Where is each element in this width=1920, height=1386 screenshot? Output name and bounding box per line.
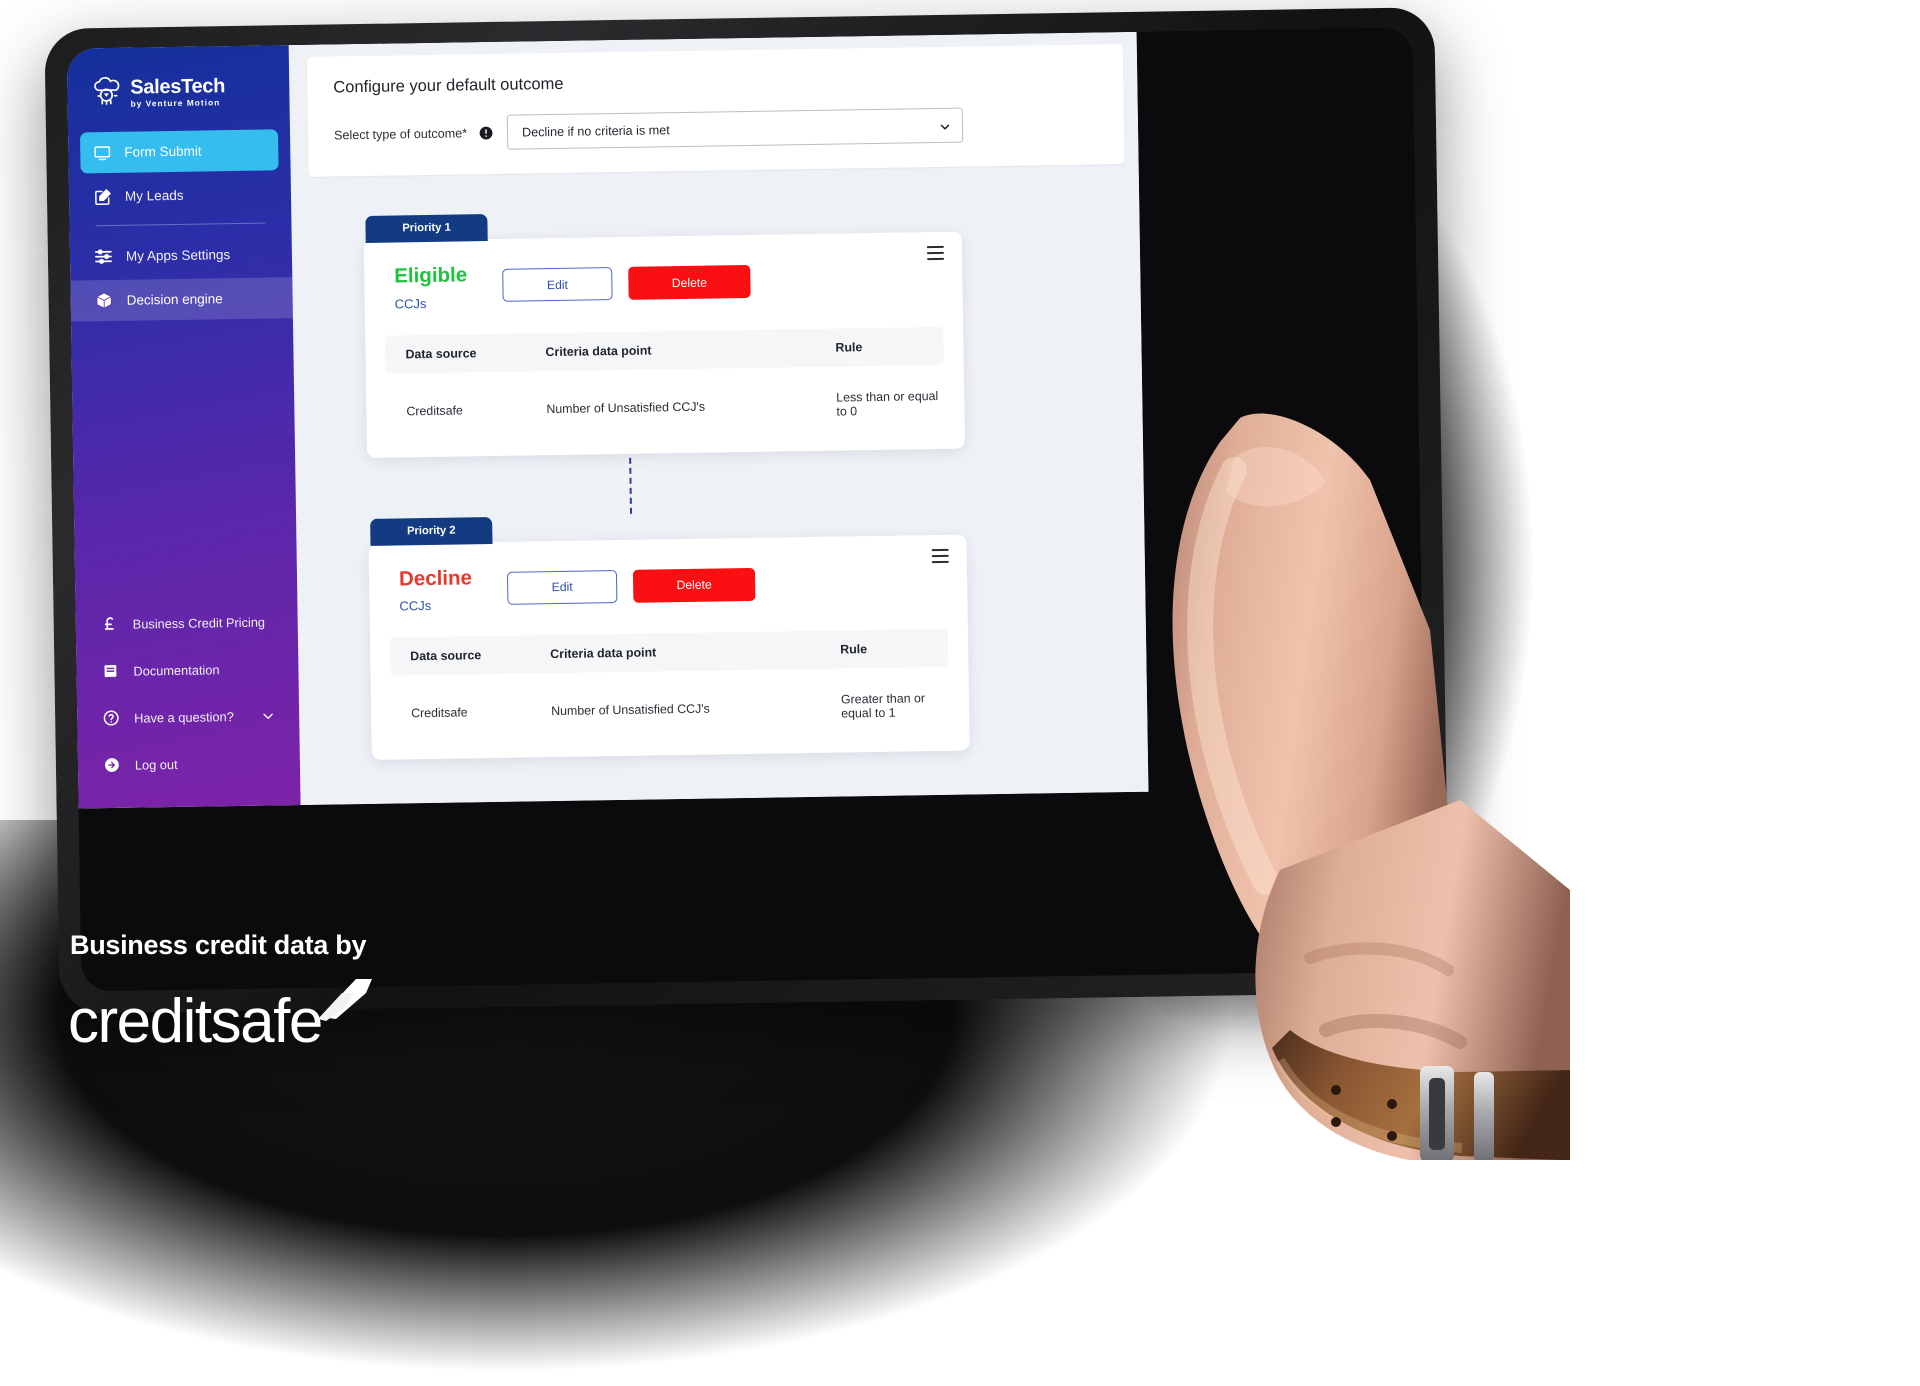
outcome-type-select-value: Decline if no criteria is met xyxy=(521,122,670,139)
outcome-block: Decline CCJs xyxy=(399,566,492,614)
sidebar-item-have-a-question[interactable]: Have a question? xyxy=(89,693,288,740)
info-icon[interactable] xyxy=(479,125,493,139)
outcome-name: Decline xyxy=(398,565,473,590)
column-header-data-source: Data source xyxy=(389,635,551,676)
outcome-form-row: Select type of outcome* Decline if no cr… xyxy=(334,105,1098,152)
rules-table: Data source Criteria data point Rule Cre… xyxy=(389,628,950,734)
delete-button[interactable]: Delete xyxy=(628,264,751,300)
column-header-rule: Rule xyxy=(835,326,944,367)
brand-text: SalesTech by Venture Motion xyxy=(130,74,226,109)
brand-name: SalesTech xyxy=(130,74,226,99)
book-icon xyxy=(100,661,119,680)
branding-tagline: Business credit data by xyxy=(70,930,367,960)
question-circle-icon xyxy=(101,708,120,727)
pound-sterling-icon xyxy=(100,614,119,633)
outcome-type-select[interactable]: Decline if no criteria is met xyxy=(506,107,964,150)
rule-group: Priority 2 Decline CCJs Edit Delete Data… xyxy=(368,509,970,760)
sheep-cloud-icon xyxy=(89,76,124,111)
rule-card: Eligible CCJs Edit Delete Data source Cr… xyxy=(363,231,966,458)
sidebar-item-business-credit-pricing[interactable]: Business Credit Pricing xyxy=(87,599,286,646)
sidebar-item-label: Business Credit Pricing xyxy=(132,614,266,632)
sidebar-item-my-apps-settings[interactable]: My Apps Settings xyxy=(82,233,281,277)
delete-button[interactable]: Delete xyxy=(632,567,756,603)
page-title: Configure your default outcome xyxy=(333,74,564,97)
sidebar-item-label: Log out xyxy=(134,756,178,773)
brand-logo-block: SalesTech by Venture Motion xyxy=(67,61,290,126)
priority-tab: Priority 2 xyxy=(370,516,493,546)
creditsafe-logo: creditsafe xyxy=(68,977,628,1057)
creditsafe-branding: Business credit data by creditsafe xyxy=(68,930,628,1057)
app-screen: SalesTech by Venture Motion Form Submit xyxy=(66,31,1149,809)
hamburger-menu-icon[interactable] xyxy=(926,245,945,261)
main-content: Configure your default outcome Select ty… xyxy=(288,31,1149,806)
priority-tab: Priority 1 xyxy=(365,214,488,243)
sidebar: SalesTech by Venture Motion Form Submit xyxy=(66,45,301,809)
cell-data-source: Creditsafe xyxy=(406,402,463,418)
cell-rule: Greater than or equal to 1 xyxy=(840,691,926,721)
sidebar-item-my-leads[interactable]: My Leads xyxy=(81,173,280,217)
cell-criteria: Number of Unsatisfied CCJ's xyxy=(551,701,710,719)
sidebar-item-log-out[interactable]: Log out xyxy=(90,740,289,787)
rule-group: Priority 1 Eligible CCJs Edit Delete Dat… xyxy=(363,207,966,458)
creditsafe-wordmark: creditsafe xyxy=(68,987,323,1057)
outcome-block: Eligible CCJs xyxy=(394,263,487,311)
sliders-icon xyxy=(94,247,113,266)
rule-card-header: Eligible CCJs Edit Delete xyxy=(384,250,943,311)
sidebar-item-decision-engine[interactable]: Decision engine xyxy=(70,277,293,322)
table-row: Creditsafe Number of Unsatisfied CCJ's G… xyxy=(391,667,950,734)
monitor-icon xyxy=(92,143,111,162)
outcome-subtitle: CCJs xyxy=(394,295,427,312)
sidebar-item-form-submit[interactable]: Form Submit xyxy=(79,129,279,174)
column-header-criteria: Criteria data point xyxy=(545,328,836,371)
chevron-down-icon[interactable] xyxy=(261,708,275,722)
flow-connector-line xyxy=(629,447,633,514)
logout-arrow-icon xyxy=(102,755,121,774)
cell-rule: Less than or equal to 0 xyxy=(836,388,939,419)
rule-card: Decline CCJs Edit Delete Data source Cri… xyxy=(368,534,970,760)
chevron-down-icon xyxy=(939,119,951,131)
sidebar-item-label: Form Submit xyxy=(124,143,202,160)
sidebar-nav-secondary: Business Credit Pricing Documentation Ha… xyxy=(75,599,300,808)
table-row: Creditsafe Number of Unsatisfied CCJ's L… xyxy=(386,364,945,431)
rules-table: Data source Criteria data point Rule Cre… xyxy=(385,326,944,431)
edit-button[interactable]: Edit xyxy=(502,267,613,302)
hamburger-menu-icon[interactable] xyxy=(931,548,949,563)
rule-card-header: Decline CCJs Edit Delete xyxy=(389,552,948,613)
outcome-field-label: Select type of outcome* xyxy=(333,125,468,142)
screenshot-root: SalesTech by Venture Motion Form Submit xyxy=(0,0,1920,1386)
outcome-name: Eligible xyxy=(394,263,468,288)
default-outcome-panel: Configure your default outcome Select ty… xyxy=(306,44,1125,177)
outcome-subtitle: CCJs xyxy=(399,597,432,614)
sidebar-item-documentation[interactable]: Documentation xyxy=(88,646,287,693)
sidebar-item-label: Decision engine xyxy=(126,291,223,308)
sidebar-nav-primary: Form Submit My Leads My Apps Settings De… xyxy=(68,123,293,324)
edit-square-icon xyxy=(93,187,112,206)
column-header-rule: Rule xyxy=(839,628,949,669)
brand-tagline: by Venture Motion xyxy=(130,97,221,109)
sidebar-item-label: My Apps Settings xyxy=(125,247,231,264)
sidebar-item-label: Have a question? xyxy=(134,708,234,726)
sidebar-divider xyxy=(95,222,266,227)
rule-flow: Priority 1 Eligible CCJs Edit Delete Dat… xyxy=(309,204,1133,761)
tablet-bezel: SalesTech by Venture Motion Form Submit xyxy=(66,27,1428,992)
cube-icon xyxy=(94,291,113,310)
column-header-data-source: Data source xyxy=(385,332,546,374)
cell-data-source: Creditsafe xyxy=(411,705,468,721)
edit-button[interactable]: Edit xyxy=(506,569,618,605)
sidebar-item-label: My Leads xyxy=(124,187,184,204)
creditsafe-swoosh-icon xyxy=(316,977,374,1026)
cell-criteria: Number of Unsatisfied CCJ's xyxy=(546,399,706,416)
column-header-criteria: Criteria data point xyxy=(549,630,841,674)
sidebar-item-label: Documentation xyxy=(133,661,220,679)
tablet-device: SalesTech by Venture Motion Form Submit xyxy=(44,7,1450,1014)
